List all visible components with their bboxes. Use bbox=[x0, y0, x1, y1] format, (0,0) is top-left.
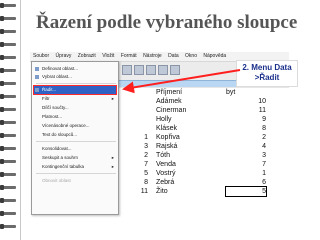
menu-item-define-range[interactable]: Definovat oblast... bbox=[34, 65, 116, 73]
menu-item-subtotals[interactable]: Dílčí součty... bbox=[34, 104, 116, 112]
row-index[interactable]: 7 bbox=[118, 160, 148, 169]
cell-byt[interactable]: 8 bbox=[226, 124, 266, 133]
menu-data[interactable]: Data bbox=[165, 53, 181, 59]
menu-item-refresh-range: Obnovit oblast bbox=[42, 178, 71, 183]
menu-format[interactable]: Formát bbox=[118, 53, 139, 59]
page-edge bbox=[20, 0, 21, 240]
menu-item-consolidate[interactable]: Konsolidovat... bbox=[34, 145, 116, 153]
menu-item-sort[interactable]: Řadit... bbox=[33, 85, 117, 95]
row-index[interactable]: 1 bbox=[118, 133, 148, 142]
slide-title: Řazení podle vybraného sloupce bbox=[36, 12, 298, 33]
menu-window[interactable]: Okno bbox=[182, 53, 199, 59]
sheet-grid: Příjmení byt Adámek 10 Cinerman 11 Holly… bbox=[118, 80, 289, 234]
menu-item-multiple-operations[interactable]: Vícenásobné operace... bbox=[34, 122, 116, 130]
cell-surname[interactable]: Rajská bbox=[156, 142, 177, 151]
menu-item-text-to-columns[interactable]: Text do sloupců... bbox=[34, 131, 116, 139]
cell-surname[interactable]: Tóth bbox=[156, 151, 170, 160]
cell-surname[interactable]: Cinerman bbox=[156, 106, 186, 115]
menu-item-group-outline[interactable]: Seskupit a souhrn ▸ bbox=[34, 154, 116, 162]
callout-line-1: 2. Menu Data bbox=[242, 63, 292, 72]
menu-separator bbox=[36, 173, 116, 174]
cell-surname[interactable]: Holly bbox=[156, 115, 172, 124]
menu-item-pivot-table[interactable]: Kontingenční tabulka ▸ bbox=[34, 163, 116, 171]
cell-surname[interactable]: Kopřiva bbox=[156, 133, 180, 142]
grid-line bbox=[118, 87, 289, 88]
menu-file[interactable]: Soubor bbox=[30, 53, 51, 59]
cell-surname[interactable]: Venda bbox=[156, 160, 176, 169]
toolbar-button-icon[interactable] bbox=[134, 65, 144, 75]
cell-byt[interactable]: 3 bbox=[226, 151, 266, 160]
row-index[interactable]: 8 bbox=[118, 178, 148, 187]
cell-byt[interactable]: 11 bbox=[226, 106, 266, 115]
menu-separator bbox=[36, 83, 116, 84]
cell-byt[interactable]: 2 bbox=[226, 133, 266, 142]
header-surname[interactable]: Příjmení bbox=[156, 88, 182, 97]
sort-icon bbox=[35, 88, 39, 92]
cell-surname[interactable]: Vostrý bbox=[156, 169, 175, 178]
cell-byt[interactable]: 9 bbox=[226, 115, 266, 124]
menu-item-select-range[interactable]: Vybrat oblast... bbox=[34, 73, 116, 81]
menu-item-filter[interactable]: Filtr ▸ bbox=[34, 95, 116, 103]
cell-byt[interactable]: 6 bbox=[226, 178, 266, 187]
header-byt[interactable]: byt bbox=[226, 88, 235, 97]
data-menu-dropdown: Definovat oblast... Vybrat oblast... Řad… bbox=[31, 61, 119, 215]
ring-binding bbox=[0, 0, 20, 240]
toolbar-button-icon[interactable] bbox=[122, 65, 132, 75]
instruction-callout: 2. Menu Data >Řadit bbox=[236, 60, 298, 87]
cell-surname[interactable]: Žito bbox=[156, 187, 168, 196]
cell-byt[interactable]: 10 bbox=[226, 97, 266, 106]
menu-help[interactable]: Nápověda bbox=[200, 53, 228, 59]
menu-view[interactable]: Zobrazit bbox=[75, 53, 98, 59]
cell-byt[interactable]: 7 bbox=[226, 160, 266, 169]
cell-surname[interactable]: Adámek bbox=[156, 97, 182, 106]
menu-insert[interactable]: Vložit bbox=[99, 53, 116, 59]
row-index[interactable]: 11 bbox=[118, 187, 148, 196]
cell-surname[interactable]: Zebrá bbox=[156, 178, 174, 187]
toolbar-button-icon[interactable] bbox=[170, 65, 180, 75]
menu-tools[interactable]: Nástroje bbox=[140, 53, 164, 59]
range-icon bbox=[35, 67, 39, 71]
submenu-arrow-icon: ▸ bbox=[111, 164, 114, 169]
select-icon bbox=[35, 75, 39, 79]
toolbar-button-icon[interactable] bbox=[158, 65, 168, 75]
callout-line-2: >Řadit bbox=[254, 73, 280, 82]
cell-byt[interactable]: 4 bbox=[226, 142, 266, 151]
cell-surname[interactable]: Klásek bbox=[156, 124, 177, 133]
row-index[interactable]: 5 bbox=[118, 169, 148, 178]
row-index[interactable]: 3 bbox=[118, 142, 148, 151]
submenu-arrow-icon: ▸ bbox=[111, 96, 114, 101]
row-index[interactable]: 2 bbox=[118, 151, 148, 160]
menu-edit[interactable]: Úpravy bbox=[53, 53, 74, 59]
menu-item-validity[interactable]: Platnost... bbox=[34, 113, 116, 121]
cell-byt[interactable]: 5 bbox=[225, 186, 267, 197]
toolbar-button-icon[interactable] bbox=[146, 65, 156, 75]
cell-byt[interactable]: 1 bbox=[226, 169, 266, 178]
submenu-arrow-icon: ▸ bbox=[111, 155, 114, 160]
menu-separator bbox=[36, 141, 116, 142]
